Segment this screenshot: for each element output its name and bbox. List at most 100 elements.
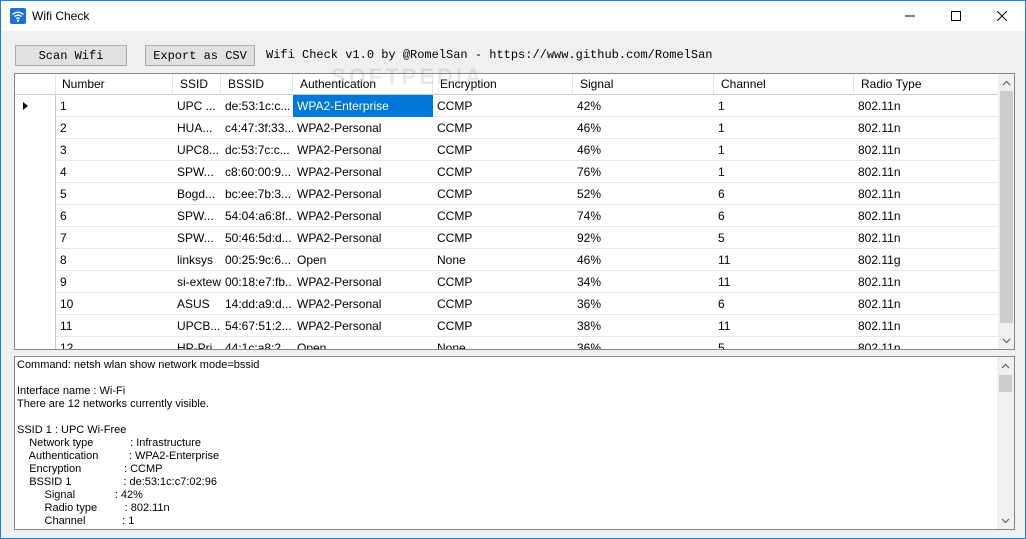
cell-encryption[interactable]: CCMP (433, 117, 573, 139)
cell-ssid[interactable]: UPCB... (173, 315, 221, 337)
cell-channel[interactable]: 11 (714, 315, 854, 337)
grid-corner[interactable] (15, 74, 56, 95)
cell-bssid[interactable]: bc:ee:7b:3... (221, 183, 293, 205)
table-row[interactable]: 4 SPW... c8:60:00:9... WPA2-Personal CCMP 76%… (15, 161, 999, 183)
cell-authentication[interactable]: WPA2-Personal (293, 161, 433, 183)
row-header[interactable] (15, 161, 56, 183)
table-row[interactable]: 8 linksys 00:25:9c:6... Open None 46% 11 802.11… (15, 249, 999, 271)
cell-radio-type[interactable]: 802.11n (854, 271, 999, 293)
cell-authentication[interactable]: WPA2-Personal (293, 117, 433, 139)
cell-radio-type[interactable]: 802.11n (854, 183, 999, 205)
cell-channel[interactable]: 6 (714, 205, 854, 227)
cell-ssid[interactable]: Bogd... (173, 183, 221, 205)
console-scroll-up-button[interactable] (997, 357, 1014, 374)
column-header-number[interactable]: Number (56, 74, 173, 95)
cell-channel[interactable]: 5 (714, 337, 854, 349)
cell-authentication[interactable]: WPA2-Enterprise (293, 95, 433, 117)
row-header[interactable] (15, 183, 56, 205)
column-header-ssid[interactable]: SSID (173, 74, 221, 95)
cell-ssid[interactable]: UPC8... (173, 139, 221, 161)
cell-encryption[interactable]: CCMP (433, 139, 573, 161)
cell-encryption[interactable]: CCMP (433, 183, 573, 205)
cell-signal[interactable]: 74% (573, 205, 714, 227)
scroll-up-button[interactable] (998, 74, 1014, 91)
cell-signal[interactable]: 36% (573, 293, 714, 315)
row-header[interactable] (15, 205, 56, 227)
cell-channel[interactable]: 1 (714, 161, 854, 183)
cell-number[interactable]: 3 (56, 139, 173, 161)
cell-ssid[interactable]: SPW... (173, 161, 221, 183)
cell-radio-type[interactable]: 802.11n (854, 139, 999, 161)
table-row[interactable]: 9 si-extew 00:18:e7:fb... WPA2-Personal CCMP… (15, 271, 999, 293)
cell-encryption[interactable]: CCMP (433, 205, 573, 227)
row-header[interactable] (15, 117, 56, 139)
cell-authentication[interactable]: WPA2-Personal (293, 293, 433, 315)
cell-signal[interactable]: 92% (573, 227, 714, 249)
cell-bssid[interactable]: de:53:1c:c... (221, 95, 293, 117)
cell-number[interactable]: 6 (56, 205, 173, 227)
cell-authentication[interactable]: Open (293, 249, 433, 271)
cell-bssid[interactable]: 54:04:a6:8f... (221, 205, 293, 227)
cell-authentication[interactable]: WPA2-Personal (293, 183, 433, 205)
column-header-channel[interactable]: Channel (714, 74, 854, 95)
cell-authentication[interactable]: WPA2-Personal (293, 271, 433, 293)
table-row[interactable]: 1 UPC ... de:53:1c:c... WPA2-Enterprise CCMP… (15, 95, 999, 117)
cell-radio-type[interactable]: 802.11n (854, 117, 999, 139)
row-header[interactable] (15, 95, 56, 117)
cell-radio-type[interactable]: 802.11n (854, 205, 999, 227)
console-scrollbar[interactable] (997, 357, 1014, 529)
cell-authentication[interactable]: WPA2-Personal (293, 227, 433, 249)
cell-number[interactable]: 5 (56, 183, 173, 205)
cell-bssid[interactable]: dc:53:7c:c... (221, 139, 293, 161)
cell-ssid[interactable]: SPW... (173, 227, 221, 249)
cell-radio-type[interactable]: 802.11g (854, 249, 999, 271)
table-row[interactable]: 2 HUA... c4:47:3f:33... WPA2-Personal CCMP 46… (15, 117, 999, 139)
row-header[interactable] (15, 337, 56, 349)
cell-signal[interactable]: 76% (573, 161, 714, 183)
cell-encryption[interactable]: CCMP (433, 315, 573, 337)
table-row[interactable]: 12 HP-Pri... 44:1c:a8:2... Open None 36% 5 802.… (15, 337, 999, 349)
close-button[interactable] (979, 1, 1025, 31)
cell-channel[interactable]: 1 (714, 117, 854, 139)
cell-signal[interactable]: 36% (573, 337, 714, 349)
cell-encryption[interactable]: None (433, 249, 573, 271)
networks-grid[interactable]: Number SSID BSSID Authentication Encrypt… (14, 73, 1015, 350)
table-row[interactable]: 3 UPC8... dc:53:7c:c... WPA2-Personal CCMP 46… (15, 139, 999, 161)
cell-signal[interactable]: 46% (573, 139, 714, 161)
cell-ssid[interactable]: HUA... (173, 117, 221, 139)
title-bar[interactable]: Wifi Check (1, 1, 1025, 31)
cell-ssid[interactable]: si-extew (173, 271, 221, 293)
row-header[interactable] (15, 315, 56, 337)
table-row[interactable]: 5 Bogd... bc:ee:7b:3... WPA2-Personal CCMP 52… (15, 183, 999, 205)
row-header[interactable] (15, 227, 56, 249)
scan-wifi-button[interactable]: Scan Wifi (15, 45, 127, 66)
cell-channel[interactable]: 6 (714, 293, 854, 315)
cell-encryption[interactable]: None (433, 337, 573, 349)
cell-encryption[interactable]: CCMP (433, 293, 573, 315)
cell-ssid[interactable]: HP-Pri... (173, 337, 221, 349)
cell-radio-type[interactable]: 802.11n (854, 315, 999, 337)
cell-signal[interactable]: 42% (573, 95, 714, 117)
grid-scrollbar[interactable] (998, 74, 1014, 349)
cell-number[interactable]: 11 (56, 315, 173, 337)
cell-radio-type[interactable]: 802.11n (854, 161, 999, 183)
cell-number[interactable]: 12 (56, 337, 173, 349)
cell-radio-type[interactable]: 802.11n (854, 227, 999, 249)
table-row[interactable]: 11 UPCB... 54:67:51:2... WPA2-Personal CCMP 3… (15, 315, 999, 337)
cell-encryption[interactable]: CCMP (433, 271, 573, 293)
table-row[interactable]: 10 ASUS 14:dd:a9:d... WPA2-Personal CCMP 36% 6… (15, 293, 999, 315)
cell-authentication[interactable]: Open (293, 337, 433, 349)
output-console[interactable]: Command: netsh wlan show network mode=bs… (14, 356, 1015, 530)
cell-signal[interactable]: 52% (573, 183, 714, 205)
cell-channel[interactable]: 1 (714, 95, 854, 117)
cell-signal[interactable]: 34% (573, 271, 714, 293)
cell-radio-type[interactable]: 802.11n (854, 95, 999, 117)
cell-authentication[interactable]: WPA2-Personal (293, 315, 433, 337)
cell-encryption[interactable]: CCMP (433, 227, 573, 249)
row-header[interactable] (15, 271, 56, 293)
cell-number[interactable]: 10 (56, 293, 173, 315)
cell-bssid[interactable]: 14:dd:a9:d... (221, 293, 293, 315)
minimize-button[interactable] (887, 1, 933, 31)
cell-encryption[interactable]: CCMP (433, 161, 573, 183)
cell-bssid[interactable]: 50:46:5d:d... (221, 227, 293, 249)
